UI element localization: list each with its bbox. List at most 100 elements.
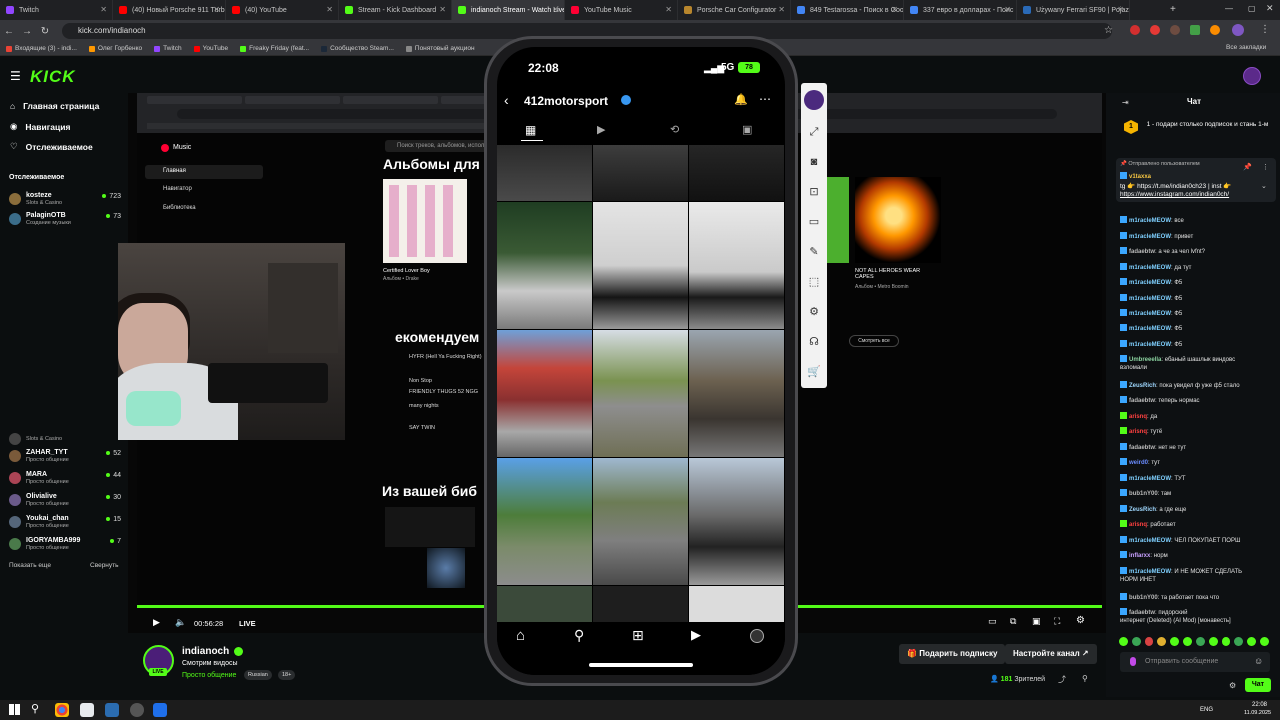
maximize-icon[interactable]: ▢ [1248, 4, 1256, 13]
ig-post[interactable] [689, 458, 784, 585]
pen-icon[interactable]: ✎ [806, 244, 822, 260]
chat-username[interactable]: m1racleMEOW [1129, 311, 1171, 317]
expand-icon[interactable]: ⤢ [806, 124, 822, 140]
channel-settings-button[interactable]: Настройте канал ↗ [1005, 644, 1097, 664]
tab-close-icon[interactable]: ✕ [213, 5, 220, 14]
search-icon[interactable]: ⚲ [31, 702, 39, 715]
stream-category[interactable]: Просто общение [182, 672, 236, 679]
chat-message[interactable]: m1racleMEOW: Ф5 [1120, 324, 1182, 332]
ig-post[interactable] [593, 458, 688, 585]
bookmark-item[interactable]: Входящие (3) - indi... [6, 45, 77, 52]
chat-username[interactable]: fadaebtw [1129, 249, 1155, 255]
clock-time[interactable]: 22:08 [1252, 702, 1267, 708]
browser-tab[interactable]: Używany Ferrari SF90 | Pojaz ✕ [1017, 0, 1130, 20]
emote-icon[interactable] [1195, 637, 1205, 646]
streamer-name[interactable]: indianoch [182, 646, 229, 657]
tab-close-icon[interactable]: ✕ [439, 5, 446, 14]
ig-grid-tab-icon[interactable]: ▦ [525, 123, 536, 137]
app-icon[interactable] [130, 703, 144, 717]
fullscreen-icon[interactable]: ⛶ [1054, 616, 1060, 627]
chat-username[interactable]: m1racleMEOW [1129, 569, 1171, 575]
emote-icon[interactable] [1119, 637, 1128, 646]
ig-tagged-tab-icon[interactable]: ▣ [742, 123, 752, 136]
pip-icon[interactable]: ▣ [1032, 616, 1041, 627]
bookmark-item[interactable]: Twitch [154, 45, 182, 52]
close-window-icon[interactable]: ✕ [1266, 3, 1274, 14]
back-icon[interactable]: ← [0, 26, 18, 37]
ig-post[interactable] [497, 145, 592, 201]
ig-profile-icon[interactable] [750, 629, 764, 643]
chat-username[interactable]: m1racleMEOW [1129, 218, 1171, 224]
followed-channel[interactable]: PalaginOTB Создание музыки 73 [9, 210, 121, 228]
emote-icon[interactable] [1131, 637, 1141, 646]
ig-post[interactable] [689, 586, 784, 622]
browser-tab[interactable]: 849 Testarossa - Поиск в Goo ✕ [791, 0, 904, 20]
tab-close-icon[interactable]: ✕ [1004, 5, 1011, 14]
chat-message[interactable]: fadaebtw: теперь нормас [1120, 396, 1200, 404]
show-more-button[interactable]: Показать еще [9, 562, 51, 569]
chat-message[interactable]: bub1nY00: та работает пока что [1120, 593, 1219, 601]
browser-tab[interactable]: Porsche Car Configurator ✕ [678, 0, 791, 20]
chat-message[interactable]: m1racleMEOW: Ф5 [1120, 278, 1182, 286]
theater-icon[interactable]: ▭ [988, 616, 997, 627]
chrome-icon[interactable] [55, 703, 69, 717]
volume-icon[interactable]: 🔈 [175, 617, 186, 628]
tab-close-icon[interactable]: ✕ [326, 5, 333, 14]
chat-username[interactable]: m1racleMEOW [1129, 265, 1171, 271]
chat-message[interactable]: m1racleMEOW: Ф5 [1120, 294, 1182, 302]
app-icon[interactable] [80, 703, 94, 717]
ig-post[interactable] [497, 458, 592, 585]
more-icon[interactable]: ⋯ [759, 92, 771, 106]
gift-icon[interactable]: ⊡ [806, 184, 822, 200]
ig-profile-name[interactable]: 412motorsport [524, 94, 608, 108]
ig-reposts-tab-icon[interactable]: ⟲ [670, 123, 679, 136]
ig-reels-icon[interactable]: ▶ [691, 627, 701, 643]
chat-username[interactable]: inflarxx [1129, 553, 1150, 559]
clock-date[interactable]: 11.09.2025 [1244, 710, 1271, 716]
bookmark-item[interactable]: Freaky Friday (feat... [240, 45, 309, 52]
nav-following[interactable]: ♡ Отслеживаемое [10, 141, 93, 152]
chat-username[interactable]: m1racleMEOW [1129, 296, 1171, 302]
chat-message[interactable]: m1racleMEOW: привет [1120, 232, 1193, 240]
ig-create-icon[interactable]: ⊞ [632, 627, 644, 644]
bell-icon[interactable]: 🔔 [734, 93, 748, 106]
chat-message[interactable]: m1racleMEOW: И НЕ МОЖЕТ СДЕЛАТЬ [1120, 567, 1242, 575]
tab-close-icon[interactable]: ✕ [891, 5, 898, 14]
language-tag[interactable]: Russian [244, 670, 272, 680]
followed-channel[interactable]: Youkai_chan Просто общение 15 [9, 513, 121, 531]
ig-post[interactable] [689, 145, 784, 201]
bookmark-item[interactable]: YouTube [193, 45, 228, 52]
chat-message[interactable]: m1racleMEOW: ТУТ [1120, 474, 1186, 482]
nav-browse[interactable]: ◉ Навигация [10, 121, 70, 132]
emote-icon[interactable] [1183, 637, 1192, 646]
ig-home-icon[interactable]: ⌂ [516, 627, 525, 644]
pin-icon[interactable]: 📌 [1243, 163, 1252, 171]
browser-tab[interactable]: Twitch ✕ [0, 0, 113, 20]
followed-channel[interactable]: Olivialive Просто общение 30 [9, 491, 121, 509]
extension-icon[interactable] [1130, 25, 1140, 35]
chat-username[interactable]: fadaebtw [1129, 610, 1155, 616]
chat-message[interactable]: НОРМ ИНЕТ [1120, 577, 1156, 583]
chat-username[interactable]: m1racleMEOW [1129, 234, 1171, 240]
ig-post[interactable] [497, 586, 592, 622]
chat-message[interactable]: fadaebtw: нет не тут [1120, 443, 1186, 451]
browser-tab[interactable]: indianoch Stream - Watch Live ✕ [452, 0, 565, 20]
emote-icon[interactable] [1221, 637, 1231, 646]
collapse-button[interactable]: Свернуть [90, 562, 119, 569]
menu-dots-icon[interactable]: ⋮ [1260, 24, 1270, 35]
followed-channel[interactable]: ZAHAR_TYT Просто общение 52 [9, 447, 121, 465]
chat-username[interactable]: arisnq [1129, 414, 1147, 420]
ig-post[interactable] [593, 145, 688, 201]
followed-channel[interactable]: Slots & Casino [9, 430, 121, 448]
chat-message[interactable]: m1racleMEOW: да тут [1120, 263, 1191, 271]
gear-icon[interactable]: ⚙ [806, 304, 822, 320]
browser-tab[interactable]: YouTube Music ✕ [565, 0, 678, 20]
extension-icon[interactable] [1150, 25, 1160, 35]
chat-message[interactable]: bub1nY00: там [1120, 489, 1171, 497]
ig-search-icon[interactable]: ⚲ [574, 627, 584, 644]
extension-icon[interactable] [1170, 25, 1180, 35]
emote-icon[interactable] [1247, 637, 1257, 646]
emote-icon[interactable] [1144, 637, 1154, 646]
emote-icon[interactable] [1234, 637, 1244, 646]
browser-tab[interactable]: (40) Новый Porsche 911 Turb ✕ [113, 0, 226, 20]
